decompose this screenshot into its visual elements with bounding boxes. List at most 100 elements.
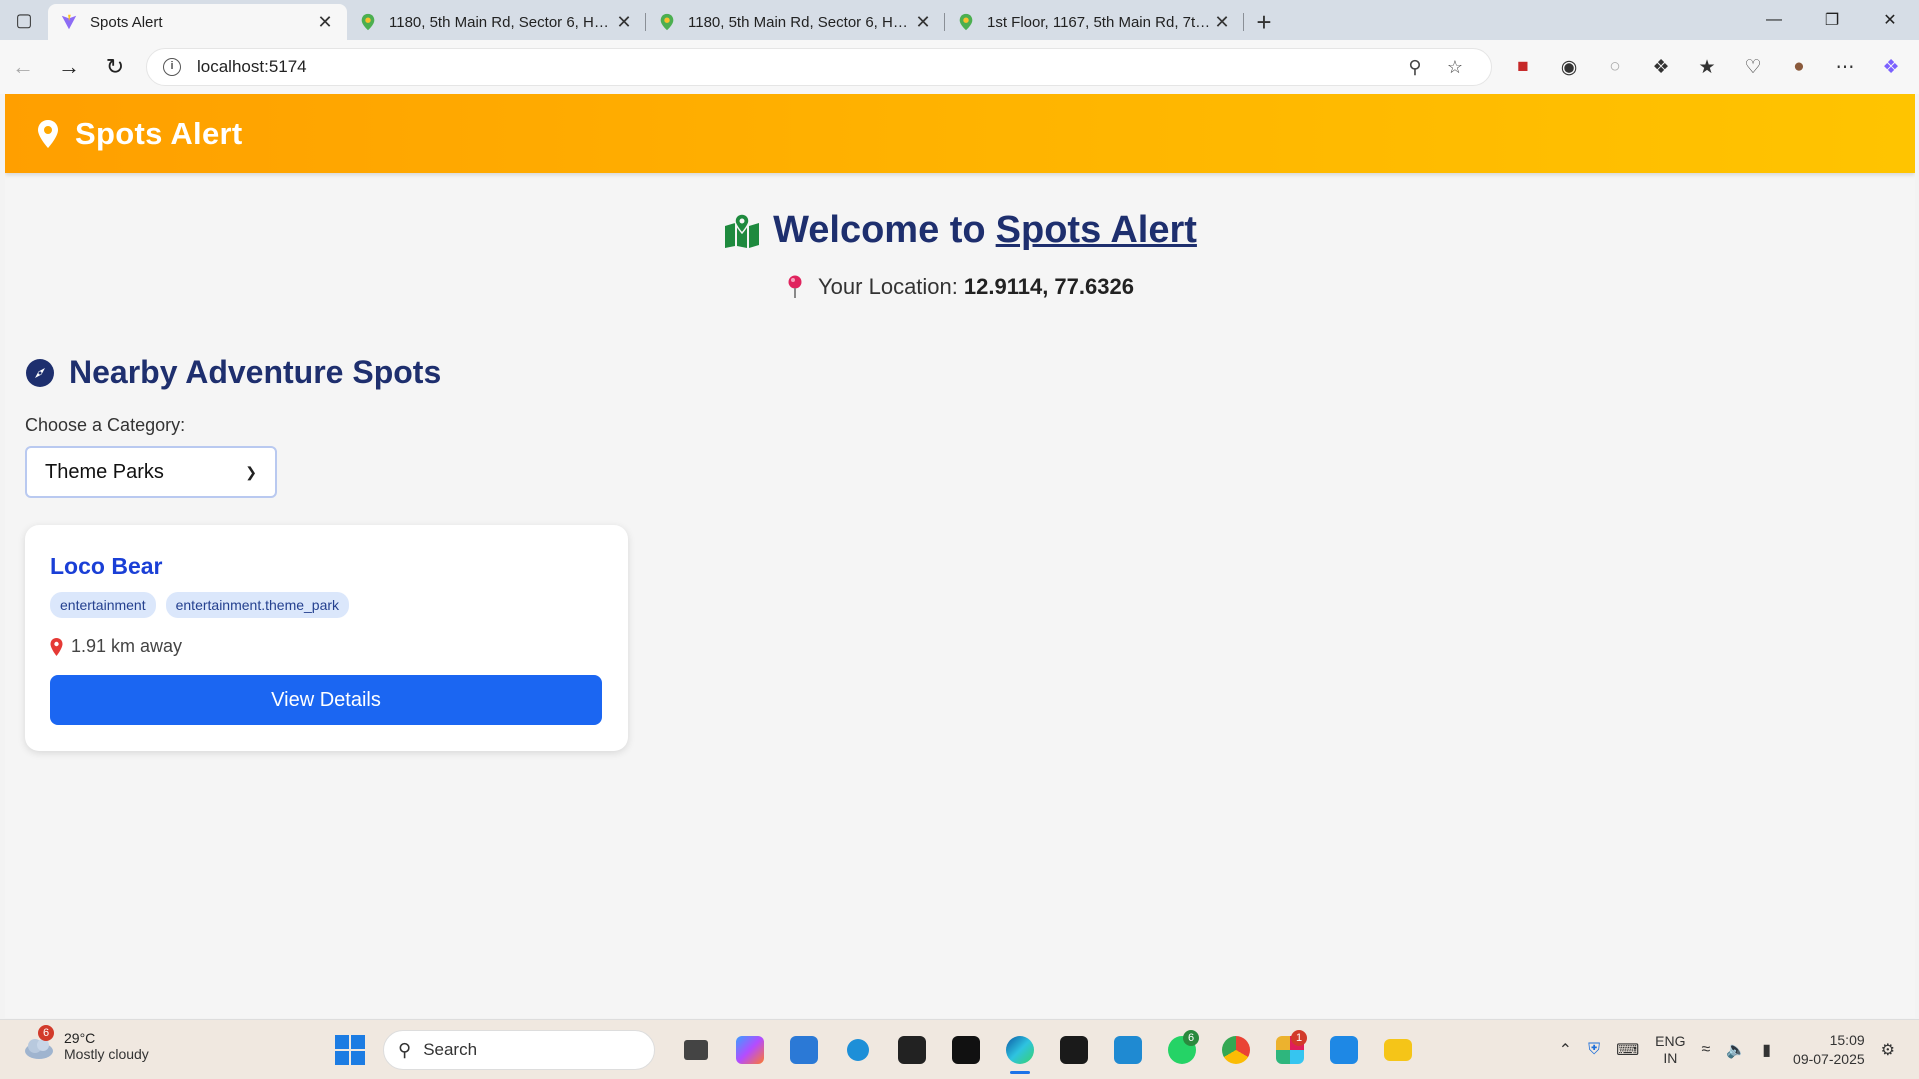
screenshot-icon[interactable]: ◉ bbox=[1546, 47, 1592, 87]
browser-tab-bar: ▢ Spots Alert ✕ 1180, 5th Main Rd, Secto… bbox=[0, 0, 1919, 40]
welcome-brand-link[interactable]: Spots Alert bbox=[996, 209, 1197, 252]
back-icon[interactable]: ← bbox=[0, 47, 46, 87]
tab-title: 1st Floor, 1167, 5th Main Rd, 7th Sector bbox=[987, 13, 1212, 31]
maps-favicon-icon bbox=[361, 13, 375, 31]
favorite-star-icon[interactable]: ☆ bbox=[1435, 57, 1475, 78]
cloud-icon: 6 bbox=[22, 1025, 56, 1061]
spot-distance: 1.91 km away bbox=[50, 636, 603, 657]
tab-spots-alert[interactable]: Spots Alert ✕ bbox=[48, 4, 347, 40]
welcome-heading: Welcome to Spots Alert bbox=[5, 209, 1915, 252]
windows-start-icon[interactable] bbox=[335, 1035, 365, 1065]
weather-badge: 6 bbox=[38, 1025, 54, 1041]
tab-map-1[interactable]: 1180, 5th Main Rd, Sector 6, HSR Layout … bbox=[347, 4, 646, 40]
remote-app-icon[interactable] bbox=[831, 1028, 885, 1072]
category-selected-value: Theme Parks bbox=[45, 460, 164, 483]
volume-icon[interactable]: 🔈 bbox=[1726, 1040, 1746, 1060]
search-placeholder: Search bbox=[423, 1040, 478, 1059]
location-permission-icon[interactable]: ⚲ bbox=[1395, 57, 1435, 78]
security-shield-icon[interactable]: ⛨ bbox=[1588, 1041, 1600, 1059]
close-tab-icon[interactable]: ✕ bbox=[1212, 12, 1232, 33]
search-icon: ⚲ bbox=[398, 1039, 412, 1060]
chevron-down-icon: ❯ bbox=[245, 463, 257, 480]
category-label: Choose a Category: bbox=[25, 415, 186, 435]
spot-name[interactable]: Loco Bear bbox=[50, 553, 603, 580]
extension-gray-icon[interactable]: ○ bbox=[1592, 47, 1638, 87]
extensions-icon[interactable]: ❖ bbox=[1638, 47, 1684, 87]
spot-card: Loco Bear entertainment entertainment.th… bbox=[25, 525, 628, 751]
distance-text: 1.91 km away bbox=[71, 636, 183, 656]
address-toolbar: ← → ↻ i localhost:5174 ⚲ ☆ ■ ◉ ○ ❖ ★ ♡ ●… bbox=[0, 40, 1919, 94]
edge-app-icon[interactable] bbox=[993, 1028, 1047, 1074]
close-tab-icon[interactable]: ✕ bbox=[315, 12, 335, 33]
tab-map-3[interactable]: 1st Floor, 1167, 5th Main Rd, 7th Sector… bbox=[945, 4, 1244, 40]
battery-icon[interactable]: ▮ bbox=[1762, 1040, 1771, 1060]
dark-app-icon[interactable] bbox=[939, 1028, 993, 1072]
language-region: IN bbox=[1663, 1050, 1678, 1066]
tab-map-2[interactable]: 1180, 5th Main Rd, Sector 6, HSR Layout … bbox=[646, 4, 945, 40]
app-header: Spots Alert bbox=[5, 94, 1915, 173]
clock-date: 09-07-2025 bbox=[1793, 1051, 1865, 1067]
keyboard-icon[interactable]: ⌨ bbox=[1616, 1040, 1639, 1060]
nearby-spots-section: Nearby Adventure Spots Choose a Category… bbox=[25, 354, 441, 498]
tab-title: Spots Alert bbox=[90, 13, 163, 31]
site-info-icon[interactable]: i bbox=[163, 58, 181, 76]
more-menu-icon[interactable]: ⋯ bbox=[1822, 47, 1868, 87]
forward-icon[interactable]: → bbox=[46, 47, 92, 87]
compass-icon bbox=[26, 358, 54, 387]
pushpin-icon bbox=[788, 275, 802, 298]
web-page: Spots Alert Welcome to Spots Alert Your … bbox=[5, 94, 1915, 1018]
show-hidden-icons-icon[interactable]: ⌃ bbox=[1559, 1040, 1572, 1060]
browser-tools: ■ ◉ ○ ❖ ★ ♡ ● ⋯ ❖ bbox=[1500, 47, 1914, 87]
vscode-app-icon[interactable] bbox=[1101, 1028, 1155, 1072]
calendar-app-icon[interactable] bbox=[777, 1028, 831, 1072]
chrome-app-icon[interactable] bbox=[1209, 1028, 1263, 1072]
file-explorer-icon[interactable] bbox=[1371, 1028, 1425, 1072]
whatsapp-app-icon[interactable]: 6 bbox=[1155, 1028, 1209, 1072]
location-label: Your Location: bbox=[818, 274, 958, 299]
tab-title: 1180, 5th Main Rd, Sector 6, HSR Layout bbox=[688, 13, 913, 31]
profile-avatar[interactable]: ● bbox=[1776, 47, 1822, 87]
map-pin-icon bbox=[50, 637, 63, 656]
maps-favicon-icon bbox=[959, 13, 973, 31]
language-indicator[interactable]: ENG IN bbox=[1655, 1033, 1685, 1067]
wifi-icon[interactable]: ≈ bbox=[1702, 1041, 1711, 1059]
maps-favicon-icon bbox=[660, 13, 674, 31]
location-coordinates: 12.9114, 77.6326 bbox=[963, 274, 1134, 299]
spot-tags: entertainment entertainment.theme_park bbox=[50, 592, 603, 618]
new-tab-icon[interactable]: + bbox=[1244, 4, 1284, 40]
user-location: Your Location: 12.9114, 77.6326 bbox=[5, 274, 1915, 300]
taskbar-search[interactable]: ⚲ Search bbox=[383, 1030, 655, 1070]
url-text[interactable]: localhost:5174 bbox=[197, 57, 1395, 77]
whatsapp-badge: 6 bbox=[1183, 1030, 1199, 1046]
close-tab-icon[interactable]: ✕ bbox=[913, 12, 933, 33]
task-view-icon[interactable] bbox=[669, 1028, 723, 1072]
address-bar[interactable]: i localhost:5174 ⚲ ☆ bbox=[146, 48, 1492, 86]
browser-essentials-icon[interactable]: ♡ bbox=[1730, 47, 1776, 87]
close-window-icon[interactable]: ✕ bbox=[1861, 0, 1919, 40]
weather-widget[interactable]: 6 29°C Mostly cloudy bbox=[22, 1025, 149, 1062]
slack-app-icon[interactable]: 1 bbox=[1263, 1028, 1317, 1072]
restore-icon[interactable]: ❐ bbox=[1803, 0, 1861, 40]
notifications-icon[interactable]: ⚙ bbox=[1881, 1040, 1895, 1060]
app-brand-title: Spots Alert bbox=[75, 115, 243, 151]
terminal-app-icon[interactable] bbox=[885, 1028, 939, 1072]
extension-red-icon[interactable]: ■ bbox=[1500, 47, 1546, 87]
temperature: 29°C bbox=[64, 1030, 96, 1046]
favorites-icon[interactable]: ★ bbox=[1684, 47, 1730, 87]
tab-actions-icon[interactable]: ▢ bbox=[0, 0, 48, 40]
clock[interactable]: 15:09 09-07-2025 bbox=[1793, 1031, 1865, 1069]
location-pin-icon bbox=[38, 119, 58, 148]
system-tray: ⌃ ⛨ ⌨ ENG IN ≈ 🔈 ▮ 15:09 09-07-2025 ⚙ bbox=[1551, 1028, 1903, 1072]
copilot-app-icon[interactable] bbox=[723, 1028, 777, 1072]
view-details-button[interactable]: View Details bbox=[50, 675, 602, 725]
capture-app-icon[interactable] bbox=[1047, 1028, 1101, 1072]
reload-icon[interactable]: ↻ bbox=[92, 47, 138, 87]
close-tab-icon[interactable]: ✕ bbox=[614, 12, 634, 33]
category-select[interactable]: Theme Parks ❯ bbox=[25, 446, 277, 498]
minimize-icon[interactable]: — bbox=[1745, 0, 1803, 40]
clock-time: 15:09 bbox=[1829, 1032, 1865, 1048]
taskbar-apps: ⚲ Search 6 1 bbox=[335, 1028, 1425, 1074]
copilot-icon[interactable]: ❖ bbox=[1868, 47, 1914, 87]
photos-app-icon[interactable] bbox=[1317, 1028, 1371, 1072]
spot-tag: entertainment.theme_park bbox=[165, 592, 350, 618]
